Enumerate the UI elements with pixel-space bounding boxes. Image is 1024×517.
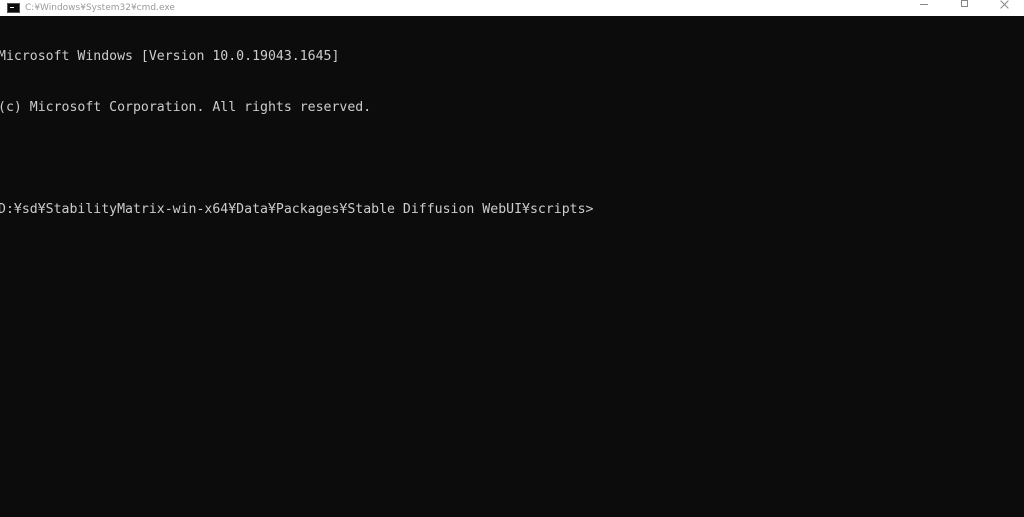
console-output[interactable]: Microsoft Windows [Version 10.0.19043.16… [0, 14, 1024, 517]
cmd-icon[interactable] [7, 3, 20, 13]
console-line-copyright: (c) Microsoft Corporation. All rights re… [0, 100, 372, 115]
console-prompt[interactable]: D:¥sd¥StabilityMatrix-win-x64¥Data¥Packa… [0, 201, 1024, 218]
close-icon [1000, 0, 1009, 9]
console-line-version: Microsoft Windows [Version 10.0.19043.16… [0, 49, 340, 64]
maximize-icon [960, 0, 968, 7]
cmd-window: C:¥Windows¥System32¥cmd.exe Microsoft Wi… [0, 0, 1024, 517]
minimize-icon [920, 4, 928, 5]
